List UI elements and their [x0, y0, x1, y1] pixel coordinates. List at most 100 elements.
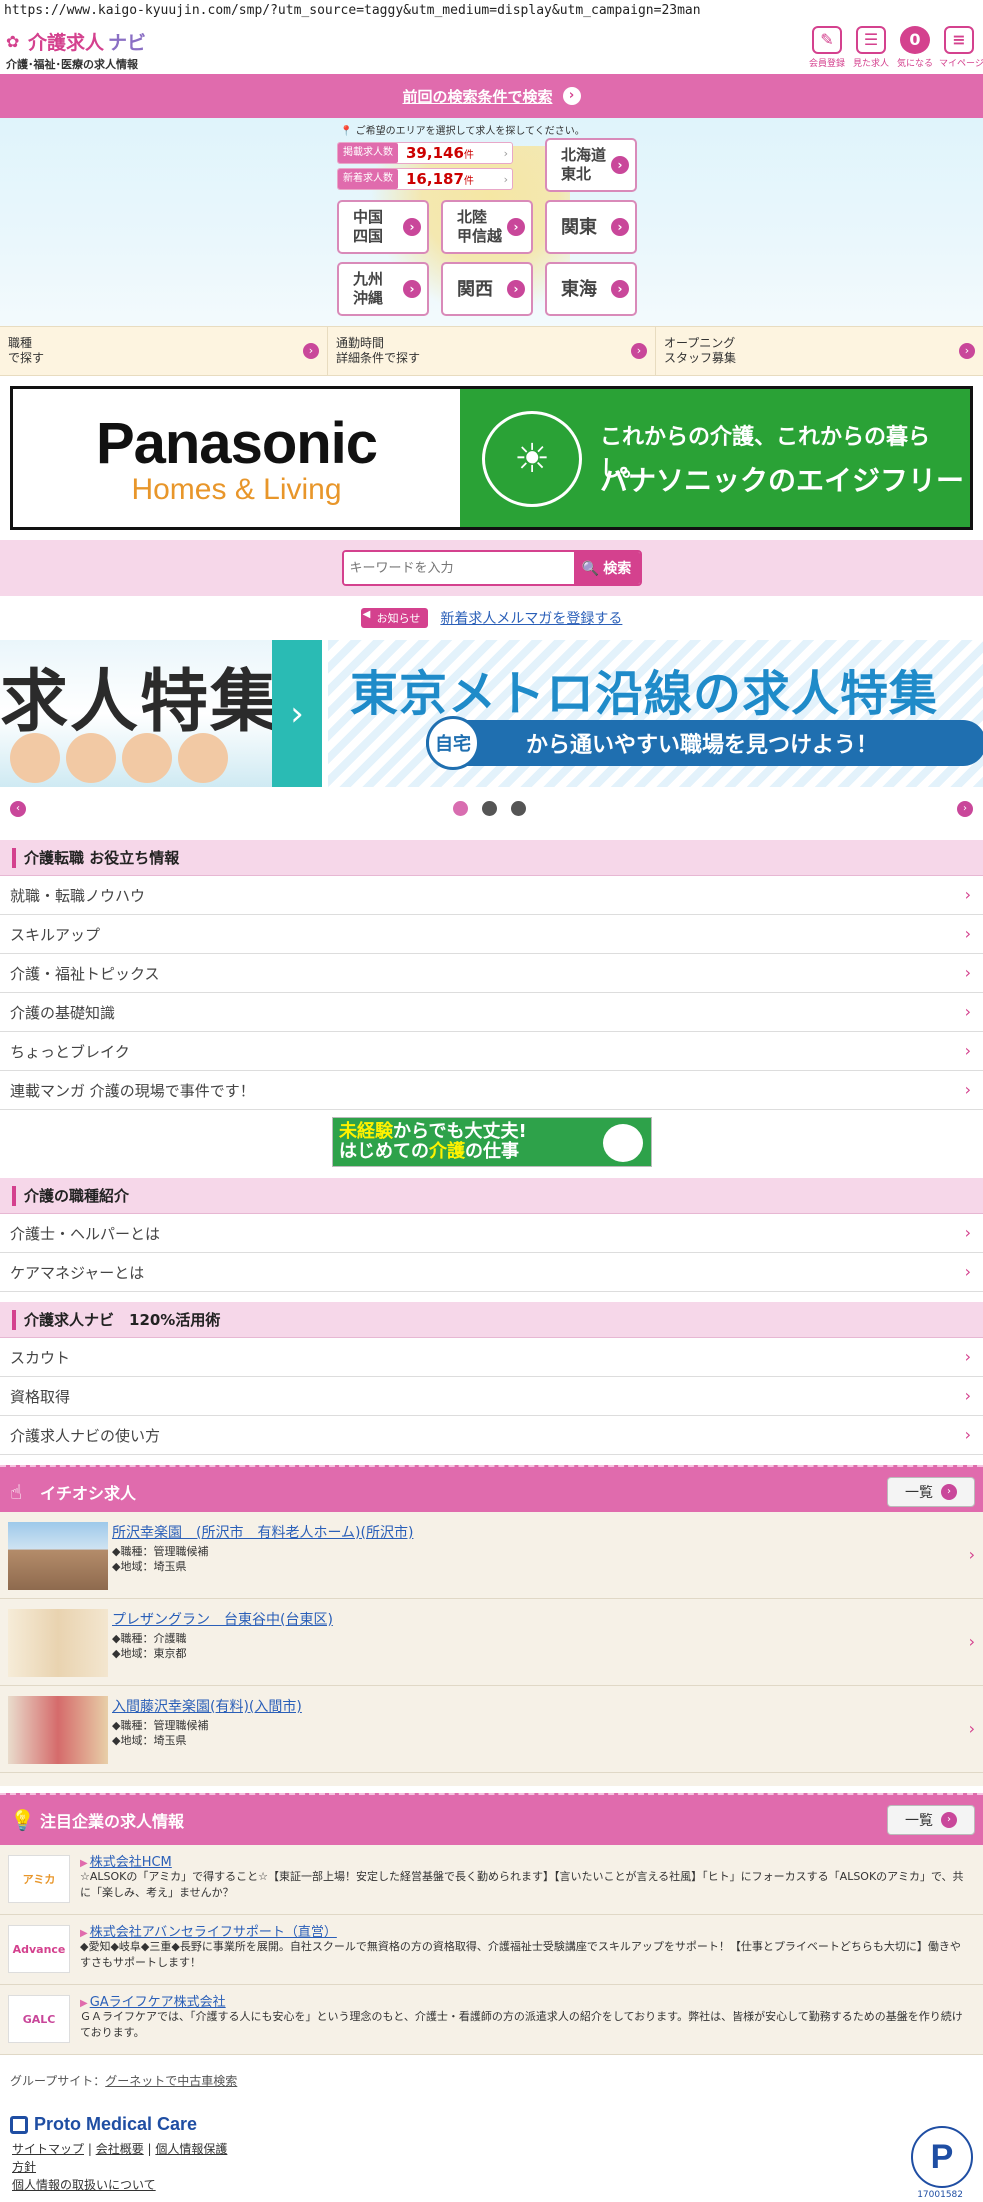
staff-photo	[8, 1696, 108, 1764]
search-by-job-type[interactable]: 職種 で探す ›	[0, 327, 328, 375]
search-by-commute[interactable]: 通勤時間 詳細条件で探す ›	[328, 327, 656, 375]
panasonic-ad-banner[interactable]: Panasonic Homes & Living ☀ これからの介護、これからの…	[10, 386, 973, 530]
arrow-right-icon: ›	[507, 218, 525, 236]
pin-icon: 📍	[340, 126, 353, 137]
recommend-header: ☝ イチオシ求人 一覧 ›	[0, 1465, 983, 1519]
keyword-input[interactable]	[343, 552, 574, 584]
tips-link[interactable]: 介護・福祉トピックス ›	[0, 954, 983, 993]
personal-info-link[interactable]: 個人情報の取扱いについて	[12, 2178, 156, 2192]
arrow-right-icon: ›	[403, 218, 421, 236]
tips-link[interactable]: ちょっとブレイク ›	[0, 1032, 983, 1071]
mypage-button[interactable]: ≡ マイページ	[939, 26, 983, 69]
arrow-right-icon: ›	[959, 343, 975, 359]
company-link[interactable]: 会社概要	[96, 2142, 144, 2156]
tips-link[interactable]: スキルアップ ›	[0, 915, 983, 954]
tips-link[interactable]: 連載マンガ 介護の現場で事件です！ ›	[0, 1071, 983, 1110]
job-title-link[interactable]: 所沢幸楽園 (所沢市 有料老人ホーム)(所沢市)	[112, 1522, 413, 1542]
region-hokkaido-tohoku[interactable]: 北海道 東北 ›	[545, 138, 637, 192]
group-sites: グループサイト：グーネットで中古車検索	[10, 2074, 238, 2088]
chevron-right-icon: ›	[964, 1262, 971, 1281]
job-title-link[interactable]: 入間藤沢幸楽園(有料)(入間市)	[112, 1696, 302, 1716]
viewed-jobs-button[interactable]: ☰ 見た求人	[851, 26, 891, 69]
use-link[interactable]: スカウト ›	[0, 1338, 983, 1377]
use-link[interactable]: 介護求人ナビの使い方 ›	[0, 1416, 983, 1455]
logo-subtitle: 介護･福祉･医療の求人情報	[6, 58, 138, 71]
chevron-right-icon: ›	[968, 1719, 975, 1738]
carousel-slide-feature[interactable]: 求人特集 ›	[0, 640, 322, 787]
arrow-right-icon: ›	[611, 280, 629, 298]
arrow-right-icon: ›	[507, 280, 525, 298]
area-search-panel: 📍 ご希望のエリアを選択して求人を探してください。 掲載求人数 39,146 件 …	[0, 118, 983, 326]
region-tokai[interactable]: 東海 ›	[545, 262, 637, 316]
arrow-right-icon: ›	[562, 87, 581, 105]
site-header: ✿ 介護求人 ナビ 介護･福祉･医療の求人情報 ✎ 会員登録 ☰ 見た求人 0 気になる …	[0, 22, 983, 74]
company-name-link[interactable]: 株式会社HCM	[80, 1851, 172, 1870]
company-name-link[interactable]: 株式会社アバンセライフサポート（直営）	[80, 1921, 337, 1940]
carousel-dot[interactable]	[453, 801, 468, 816]
favorites-count: 0	[909, 30, 921, 49]
job-item[interactable]: 所沢幸楽園 (所沢市 有料老人ホーム)(所沢市) ◆職種：管理職候補 ◆地域：埼玉…	[0, 1512, 983, 1599]
tips-link[interactable]: 就職・転職ノウハウ ›	[0, 876, 983, 915]
total-jobs-count[interactable]: 掲載求人数 39,146 件 ›	[337, 142, 513, 164]
carousel-dot[interactable]	[511, 801, 526, 816]
arrow-right-icon: ›	[303, 343, 319, 359]
companies-all-button[interactable]: 一覧 ›	[887, 1805, 975, 1835]
recommend-all-button[interactable]: 一覧 ›	[887, 1477, 975, 1507]
keyword-search-button[interactable]: 🔍 検索	[573, 552, 640, 584]
company-list: アミカ 株式会社HCM ☆ALSOKの「アミカ」で得すること☆【東証一部上場！安…	[0, 1845, 983, 2055]
companies-header: 💡 注目企業の求人情報 一覧 ›	[0, 1793, 983, 1847]
arrow-right-icon: ›	[941, 1812, 957, 1828]
children-photo	[0, 725, 240, 787]
company-item[interactable]: GALC GAライフケア株式会社 ＧＡライフケアでは、「介護する人にも安心を」と…	[0, 1985, 983, 2055]
chevron-right-icon: ›	[964, 1080, 971, 1099]
region-kansai[interactable]: 関西 ›	[441, 262, 533, 316]
goo-net-link[interactable]: グーネットで中古車検索	[105, 2074, 237, 2088]
company-name-link[interactable]: GAライフケア株式会社	[80, 1991, 226, 2010]
chevron-right-icon: ›	[503, 172, 508, 186]
area-hint: 📍 ご希望のエリアを選択して求人を探してください。	[340, 126, 585, 137]
region-hokuriku-koshinetsu[interactable]: 北陸 甲信越 ›	[441, 200, 533, 254]
feature-carousel[interactable]: 求人特集 › 東京メトロ沿線の求人特集 から通いやすい職場を見つけよう！ 自宅	[0, 640, 983, 787]
carousel-prev-button[interactable]: ‹	[10, 801, 26, 817]
company-logo: GALC	[8, 1995, 70, 2043]
opening-staff[interactable]: オープニング スタッフ募集 ›	[656, 327, 983, 375]
chevron-right-icon: ›	[968, 1545, 975, 1564]
carousel-dot[interactable]	[482, 801, 497, 816]
beginner-banner[interactable]: 未経験からでも大丈夫! はじめての介護の仕事	[332, 1117, 652, 1167]
notice-bar: お知らせ 新着求人メルマガを登録する	[0, 606, 983, 630]
pmc-mark-icon	[10, 2115, 28, 2134]
previous-search-button[interactable]: 前回の検索条件で検索 ›	[0, 74, 983, 118]
register-button[interactable]: ✎ 会員登録	[807, 26, 847, 69]
favorites-button[interactable]: 0 気になる	[895, 26, 935, 69]
tips-link[interactable]: 介護の基礎知識 ›	[0, 993, 983, 1032]
privacy-link[interactable]: 個人情報保護	[155, 2142, 227, 2156]
region-kanto[interactable]: 関東 ›	[545, 200, 637, 254]
facility-photo	[8, 1522, 108, 1590]
use-link[interactable]: 資格取得 ›	[0, 1377, 983, 1416]
search-icon: 🔍	[581, 559, 600, 576]
job-item[interactable]: プレザングラン 台東谷中(台東区) ◆職種：介護職 ◆地域：東京都 ›	[0, 1599, 983, 1686]
proto-medical-care-logo[interactable]: Proto Medical Care	[10, 2114, 197, 2135]
badge-icon	[603, 1124, 643, 1162]
url-bar[interactable]: https://www.kaigo-kyuujin.com/smp/?utm_s…	[0, 0, 983, 22]
job-title-link[interactable]: プレザングラン 台東谷中(台東区)	[112, 1609, 333, 1629]
job-type-link[interactable]: ケアマネジャーとは ›	[0, 1253, 983, 1292]
arrow-right-icon: ›	[611, 156, 629, 174]
newsletter-link[interactable]: 新着求人メルマガを登録する	[440, 608, 622, 628]
region-chugoku-shikoku[interactable]: 中国 四国 ›	[337, 200, 429, 254]
carousel-next-button[interactable]: ›	[957, 801, 973, 817]
region-kyushu-okinawa[interactable]: 九州 沖縄 ›	[337, 262, 429, 316]
carousel-slide-metro[interactable]: 東京メトロ沿線の求人特集 から通いやすい職場を見つけよう！ 自宅	[328, 640, 983, 787]
company-item[interactable]: アミカ 株式会社HCM ☆ALSOKの「アミカ」で得すること☆【東証一部上場！安…	[0, 1845, 983, 1915]
job-type-link[interactable]: 介護士・ヘルパーとは ›	[0, 1214, 983, 1253]
privacy-policy-link[interactable]: 方針	[12, 2160, 36, 2174]
new-jobs-count[interactable]: 新着求人数 16,187 件 ›	[337, 168, 513, 190]
companies-title: 注目企業の求人情報	[40, 1812, 185, 1831]
job-item[interactable]: 入間藤沢幸楽園(有料)(入間市) ◆職種：管理職候補 ◆地域：埼玉県 ›	[0, 1686, 983, 1773]
site-logo[interactable]: ✿ 介護求人 ナビ 介護･福祉･医療の求人情報	[6, 28, 146, 72]
previous-search-label: 前回の検索条件で検索	[402, 87, 553, 106]
history-icon: ☰	[856, 26, 886, 54]
company-item[interactable]: Advance 株式会社アバンセライフサポート（直営） ◆愛知◆岐阜◆三重◆長野…	[0, 1915, 983, 1985]
sitemap-link[interactable]: サイトマップ	[12, 2142, 84, 2156]
lightbulb-icon: 💡	[10, 1808, 35, 1832]
